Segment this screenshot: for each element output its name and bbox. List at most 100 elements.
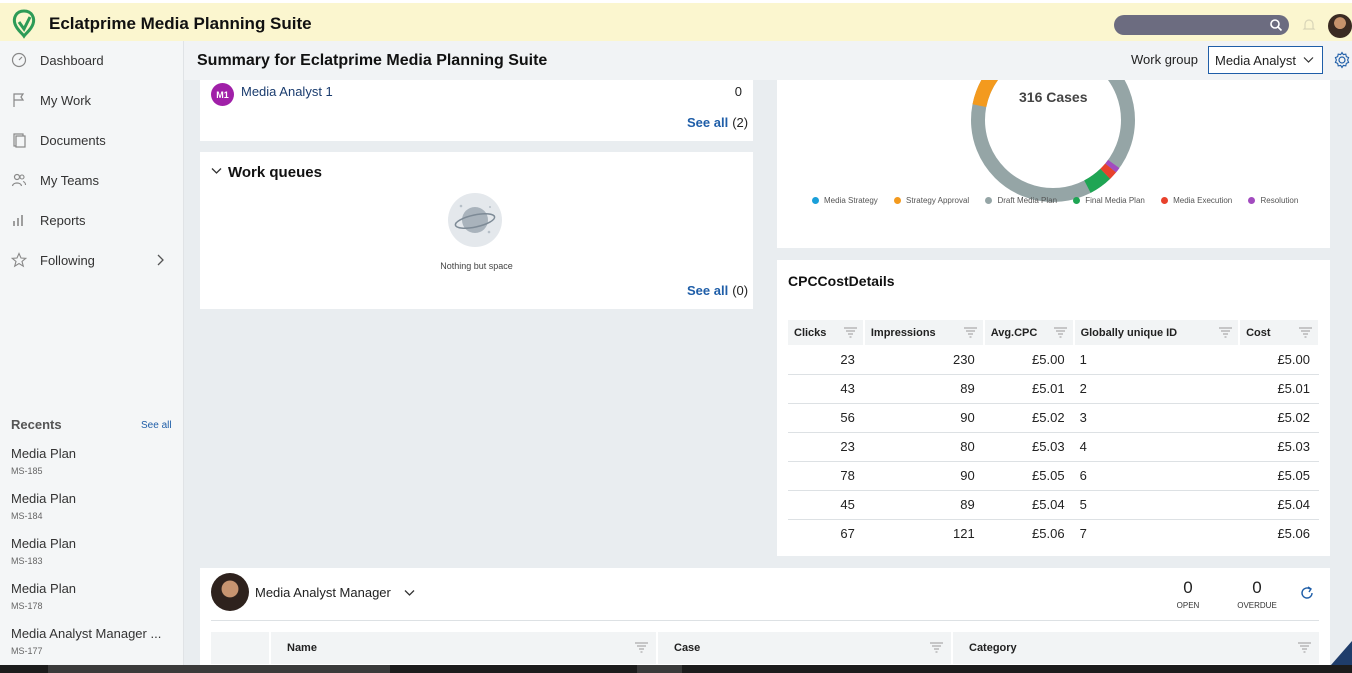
cases-chart-card: 316 Cases Media Strategy Strategy Approv…	[777, 80, 1330, 248]
sidebar-item-my-work[interactable]: My Work	[0, 83, 184, 117]
column-header-guid[interactable]: Globally unique ID	[1073, 320, 1241, 345]
filter-icon[interactable]	[843, 327, 857, 338]
sidebar-item-my-teams[interactable]: My Teams	[0, 163, 184, 197]
donut-center-label: 316 Cases	[1019, 89, 1088, 105]
sidebar-item-label: Following	[40, 252, 95, 268]
table-row[interactable]: 45 89 £5.04 5 £5.04	[788, 490, 1319, 520]
table-row[interactable]: 78 90 £5.05 6 £5.05	[788, 461, 1319, 491]
planet-illustration-icon	[448, 193, 502, 247]
table-row[interactable]: 43 89 £5.01 2 £5.01	[788, 374, 1319, 404]
recent-item-title: Media Plan	[11, 446, 77, 461]
column-header-impressions[interactable]: Impressions	[863, 320, 985, 345]
star-icon	[11, 252, 27, 268]
documents-icon	[13, 133, 26, 148]
taskbar	[0, 665, 1352, 673]
sidebar-item-label: My Work	[40, 92, 92, 108]
recents-see-all-link[interactable]: See all	[141, 420, 172, 431]
member-avatar: M1	[211, 83, 234, 106]
legend-item-media-strategy[interactable]: Media Strategy	[812, 196, 878, 205]
filter-icon[interactable]	[1298, 642, 1311, 653]
avatar	[211, 573, 249, 611]
app-title: Eclatprime Media Planning Suite	[49, 14, 312, 33]
recent-item-title: Media Plan	[11, 581, 77, 596]
taskbar-segment	[637, 665, 682, 673]
column-header-category[interactable]: Category	[951, 632, 1319, 664]
work-queues-title: Work queues	[228, 164, 322, 181]
overdue-label: OVERDUE	[1237, 601, 1277, 610]
filter-icon[interactable]	[1219, 327, 1233, 338]
user-avatar[interactable]	[1328, 14, 1352, 38]
team-members-card: M1 Media Analyst 1 0 See all (2)	[200, 80, 753, 141]
filter-icon[interactable]	[635, 642, 648, 653]
sidebar-item-documents[interactable]: Documents	[0, 123, 184, 157]
chevron-down-icon	[1303, 57, 1314, 63]
table-row[interactable]: 56 90 £5.02 3 £5.02	[788, 403, 1319, 433]
flag-icon	[13, 93, 25, 107]
top-header: Eclatprime Media Planning Suite	[0, 0, 1352, 41]
chevron-right-icon[interactable]	[155, 253, 165, 267]
recent-item-title: Media Analyst Manager ...	[11, 626, 162, 641]
gear-icon[interactable]	[1333, 51, 1351, 69]
taskbar-segment	[48, 665, 390, 673]
legend-item-resolution[interactable]: Resolution	[1248, 196, 1298, 205]
table-row[interactable]: 23 230 £5.00 1 £5.00	[788, 345, 1319, 375]
filter-icon[interactable]	[1053, 327, 1067, 338]
column-header-clicks[interactable]: Clicks	[788, 320, 865, 345]
sidebar-item-label: Dashboard	[40, 52, 104, 68]
search-icon[interactable]	[1269, 18, 1283, 32]
sidebar-item-reports[interactable]: Reports	[0, 203, 184, 237]
recent-item[interactable]: Media Plan MS-178	[11, 581, 179, 611]
divider	[211, 620, 1319, 621]
recent-item[interactable]: Media Plan MS-184	[11, 491, 179, 521]
see-all-members[interactable]: See all (2)	[687, 115, 748, 130]
cpc-table: Clicks Impressions Avg.CPC Globally uniq…	[788, 320, 1320, 548]
see-all-link[interactable]: See all	[687, 283, 728, 298]
chevron-down-icon[interactable]	[404, 589, 415, 597]
column-header-avg-cpc[interactable]: Avg.CPC	[983, 320, 1075, 345]
scroll-indicator	[1331, 641, 1352, 665]
work-group-value: Media Analyst	[1215, 53, 1296, 68]
work-group-select[interactable]: Media Analyst	[1208, 46, 1323, 74]
table-row[interactable]: 23 80 £5.03 4 £5.03	[788, 432, 1319, 462]
column-header-case[interactable]: Case	[656, 632, 951, 664]
recent-item-id: MS-185	[11, 466, 43, 476]
filter-icon[interactable]	[930, 642, 943, 653]
recent-item[interactable]: Media Analyst Manager ... MS-177	[11, 626, 179, 656]
sidebar: Dashboard My Work Documents My Teams Rep…	[0, 41, 184, 673]
search-input[interactable]	[1114, 15, 1289, 35]
chevron-down-icon[interactable]	[211, 167, 222, 175]
sidebar-item-dashboard[interactable]: Dashboard	[0, 43, 184, 77]
column-header-cost[interactable]: Cost	[1239, 320, 1320, 345]
recent-item-id: MS-183	[11, 556, 43, 566]
recent-item-title: Media Plan	[11, 491, 77, 506]
page-title: Summary for Eclatprime Media Planning Su…	[197, 52, 548, 69]
legend-item-media-execution[interactable]: Media Execution	[1161, 196, 1232, 205]
sidebar-item-following[interactable]: Following	[0, 243, 184, 277]
see-all-count: (2)	[732, 115, 749, 130]
chart-legend: Media Strategy Strategy Approval Draft M…	[812, 196, 1322, 209]
column-header-name[interactable]: Name	[269, 632, 656, 664]
legend-item-draft-media-plan[interactable]: Draft Media Plan	[985, 196, 1057, 205]
legend-item-final-media-plan[interactable]: Final Media Plan	[1073, 196, 1145, 205]
overdue-count: 0	[1252, 578, 1262, 597]
refresh-icon[interactable]	[1300, 586, 1314, 600]
see-all-queues[interactable]: See all (0)	[687, 283, 748, 298]
see-all-count: (0)	[732, 283, 749, 298]
recent-item-id: MS-184	[11, 511, 43, 521]
table-row[interactable]: 67 121 £5.06 7 £5.06	[788, 519, 1319, 548]
recent-item[interactable]: Media Plan MS-183	[11, 536, 179, 566]
app-logo[interactable]	[11, 9, 37, 39]
filter-icon[interactable]	[963, 327, 977, 338]
legend-item-strategy-approval[interactable]: Strategy Approval	[894, 196, 969, 205]
sidebar-item-label: Reports	[40, 212, 86, 228]
recent-item[interactable]: Media Plan MS-185	[11, 446, 179, 476]
see-all-link[interactable]: See all	[687, 115, 728, 130]
filter-icon[interactable]	[1299, 327, 1312, 338]
manager-name[interactable]: Media Analyst Manager	[255, 585, 391, 600]
member-name-link[interactable]: Media Analyst 1	[241, 84, 333, 99]
work-queues-card: Work queues Nothing but space See all (0)	[200, 152, 753, 309]
cpc-cost-details-card: CPCCostDetails Clicks Impressions Avg.CP…	[777, 260, 1330, 556]
open-count: 0	[1183, 578, 1193, 597]
notification-icon[interactable]	[1301, 17, 1317, 33]
dashboard-icon	[11, 52, 27, 68]
